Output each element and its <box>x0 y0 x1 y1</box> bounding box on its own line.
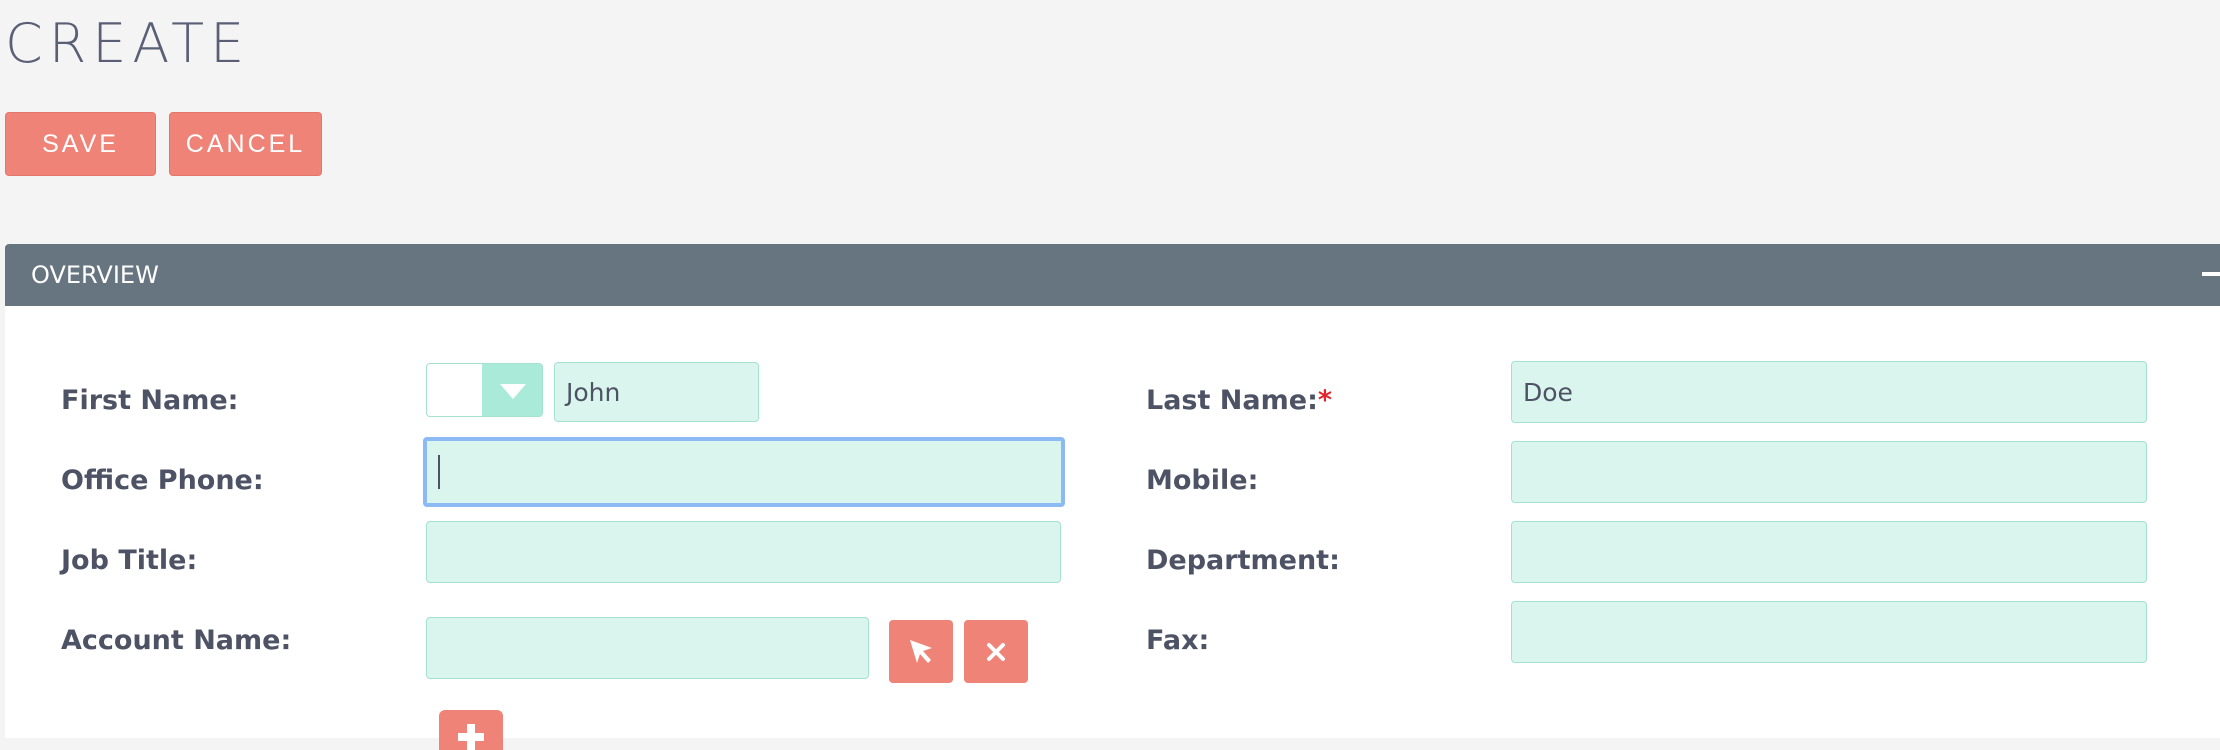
close-icon <box>987 642 1005 661</box>
page-title: CREATE <box>5 12 251 75</box>
fax-field[interactable] <box>1511 601 2147 663</box>
office-phone-label: Office Phone: <box>61 465 264 496</box>
first-name-value: John <box>566 377 621 407</box>
select-account-button[interactable] <box>889 620 953 683</box>
cursor-arrow-icon <box>910 639 932 663</box>
plus-icon <box>458 724 484 750</box>
fax-label: Fax: <box>1146 625 1210 656</box>
department-label: Department: <box>1146 545 1340 576</box>
salutation-dropdown-toggle[interactable] <box>482 364 542 416</box>
job-title-label: Job Title: <box>61 545 198 576</box>
department-field[interactable] <box>1511 521 2147 583</box>
office-phone-field[interactable] <box>423 437 1065 507</box>
mobile-field[interactable] <box>1511 441 2147 503</box>
account-name-field[interactable] <box>426 617 869 679</box>
last-name-label: Last Name:* <box>1146 384 1332 418</box>
last-name-field[interactable]: Doe <box>1511 361 2147 423</box>
save-button[interactable]: SAVE <box>5 112 156 176</box>
salutation-select[interactable] <box>426 363 543 417</box>
chevron-down-icon <box>500 384 526 399</box>
account-name-label: Account Name: <box>61 625 292 656</box>
overview-panel-header[interactable]: OVERVIEW <box>5 244 2220 306</box>
first-name-label: First Name: <box>61 385 239 416</box>
job-title-field[interactable] <box>426 521 1061 583</box>
clear-account-button[interactable] <box>964 620 1028 683</box>
first-name-field[interactable]: John <box>554 362 759 422</box>
minus-icon[interactable] <box>2202 272 2220 276</box>
panel-title: OVERVIEW <box>31 261 159 289</box>
mobile-label: Mobile: <box>1146 465 1259 496</box>
last-name-label-text: Last Name: <box>1146 385 1318 416</box>
text-caret <box>438 455 440 489</box>
add-button[interactable] <box>439 710 503 750</box>
last-name-value: Doe <box>1523 377 1573 407</box>
cancel-button[interactable]: CANCEL <box>169 112 322 176</box>
required-marker: * <box>1317 385 1332 416</box>
